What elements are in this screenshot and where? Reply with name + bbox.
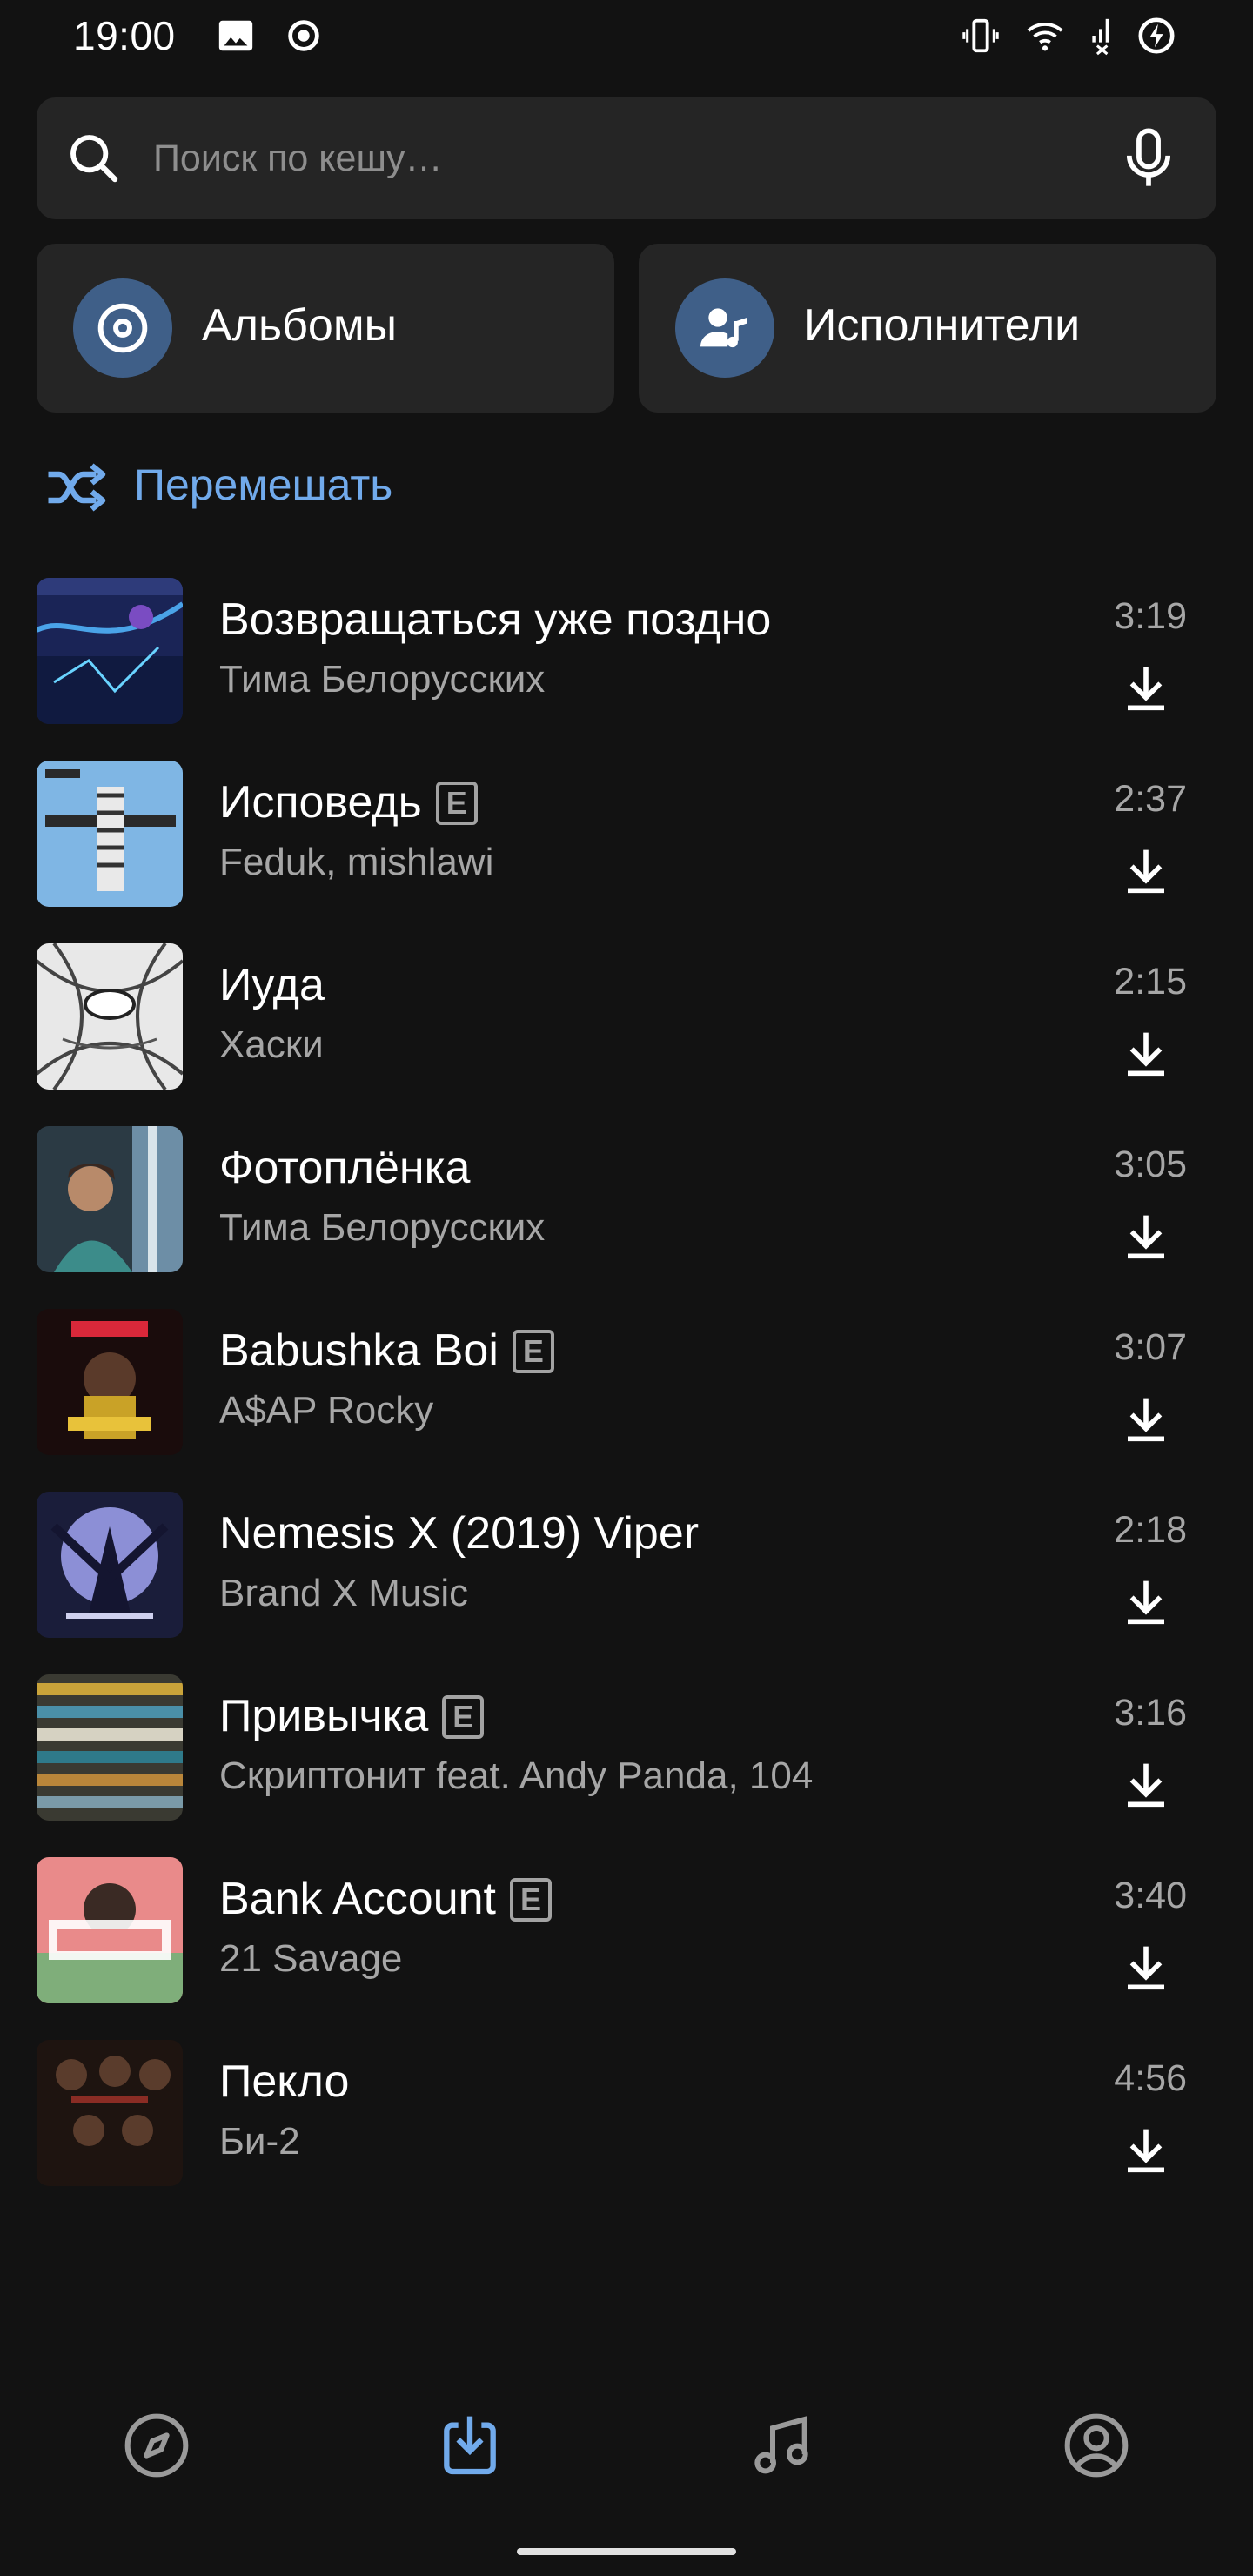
albums-card[interactable]: Альбомы — [37, 244, 614, 413]
track-title: Привычка E — [219, 1690, 485, 1742]
album-cover — [37, 1674, 183, 1821]
album-cover — [37, 1126, 183, 1272]
compass-icon[interactable] — [122, 2411, 191, 2480]
image-icon — [218, 20, 253, 51]
track-row[interactable]: Иуда Хаски 2:15 — [0, 922, 1253, 1105]
explicit-badge: E — [435, 782, 478, 825]
track-artist: Тима Белорусских — [219, 658, 546, 701]
track-duration: 3:16 — [1114, 1692, 1187, 1734]
home-indicator[interactable] — [517, 2548, 736, 2555]
microphone-icon[interactable] — [1116, 125, 1182, 191]
track-duration: 2:37 — [1114, 778, 1187, 820]
track-duration: 2:15 — [1114, 961, 1187, 1003]
music-note-icon[interactable] — [747, 2411, 816, 2480]
download-icon[interactable] — [1124, 1760, 1168, 1808]
track-artist: Скриптонит feat. Andy Panda, 104 — [219, 1754, 814, 1797]
track-title: Фотоплёнка — [219, 1143, 471, 1193]
track-duration: 3:07 — [1114, 1326, 1187, 1368]
track-row[interactable]: Фотоплёнка Тима Белорусских 3:05 — [0, 1105, 1253, 1288]
track-title: Возвращаться уже поздно — [219, 594, 772, 645]
track-list: Возвращаться уже поздно Тима Белорусских… — [0, 557, 1253, 2202]
album-cover — [37, 761, 183, 907]
artists-icon-circle — [675, 278, 774, 378]
download-icon[interactable] — [1124, 1029, 1168, 1077]
track-duration: 3:05 — [1114, 1144, 1187, 1185]
download-icon[interactable] — [1124, 663, 1168, 712]
track-artist: 21 Savage — [219, 1937, 403, 1980]
status-time: 19:00 — [73, 13, 176, 58]
track-title: Иуда — [219, 960, 325, 1010]
track-row[interactable]: Исповедь E Feduk, mishlawi 2:37 — [0, 740, 1253, 922]
album-cover — [37, 943, 183, 1090]
album-cover — [37, 578, 183, 724]
track-row[interactable]: Nemesis X (2019) Viper Brand X Music 2:1… — [0, 1471, 1253, 1654]
download-icon[interactable] — [1124, 1942, 1168, 1991]
track-title: Исповедь E — [219, 776, 478, 828]
bottom-navigation — [0, 2385, 1253, 2498]
track-title: Пекло — [219, 2056, 350, 2107]
battery-charging-icon — [1138, 17, 1175, 54]
shuffle-button[interactable]: Перемешать — [37, 453, 559, 522]
track-artist: Feduk, mishlawi — [219, 841, 494, 883]
track-row[interactable]: Привычка E Скриптонит feat. Andy Panda, 1… — [0, 1654, 1253, 1836]
albums-label: Альбомы — [202, 300, 397, 351]
artist-icon — [700, 308, 747, 348]
vibrate-icon — [962, 18, 999, 53]
album-cover — [37, 1492, 183, 1638]
search-bar[interactable] — [37, 97, 1216, 219]
track-duration: 3:19 — [1114, 595, 1187, 637]
shuffle-label: Перемешать — [134, 460, 393, 509]
download-icon[interactable] — [1124, 1394, 1168, 1443]
track-duration: 4:56 — [1114, 2057, 1187, 2099]
track-artist: Хаски — [219, 1023, 324, 1066]
album-cover — [37, 2040, 183, 2186]
artists-card[interactable]: Исполнители — [639, 244, 1216, 413]
track-row[interactable]: Bank Account E 21 Savage 3:40 — [0, 1836, 1253, 2019]
album-cover — [37, 1309, 183, 1455]
track-row[interactable]: Пекло Би-2 4:56 — [0, 2019, 1253, 2202]
track-artist: Тима Белорусских — [219, 1206, 546, 1249]
signal-icon — [1092, 18, 1109, 56]
shuffle-icon — [48, 463, 106, 512]
track-title: Babushka Boi E — [219, 1325, 554, 1377]
track-title: Nemesis X (2019) Viper — [219, 1508, 700, 1559]
explicit-badge: E — [442, 1695, 485, 1739]
explicit-badge: E — [510, 1878, 552, 1922]
artists-label: Исполнители — [804, 300, 1081, 351]
track-duration: 2:18 — [1114, 1509, 1187, 1551]
disc-icon — [97, 303, 148, 353]
track-artist: A$AP Rocky — [219, 1389, 434, 1432]
download-icon[interactable] — [1124, 1211, 1168, 1260]
download-icon[interactable] — [1124, 1577, 1168, 1626]
record-icon — [288, 20, 319, 51]
albums-icon-circle — [73, 278, 172, 378]
download-icon[interactable] — [1124, 846, 1168, 895]
download-icon[interactable] — [1124, 2125, 1168, 2174]
track-artist: Би-2 — [219, 2120, 300, 2163]
explicit-badge: E — [512, 1330, 554, 1373]
track-row[interactable]: Babushka Boi E A$AP Rocky 3:07 — [0, 1288, 1253, 1471]
profile-icon[interactable] — [1062, 2411, 1131, 2480]
track-artist: Brand X Music — [219, 1572, 469, 1614]
album-cover — [37, 1857, 183, 2003]
track-duration: 3:40 — [1114, 1875, 1187, 1916]
search-input[interactable] — [153, 124, 1075, 193]
downloads-icon[interactable] — [435, 2411, 505, 2480]
wifi-icon — [1027, 23, 1063, 51]
track-row[interactable]: Возвращаться уже поздно Тима Белорусских… — [0, 557, 1253, 740]
status-bar: 19:00 — [0, 0, 1253, 73]
search-icon — [70, 135, 118, 183]
track-title: Bank Account E — [219, 1873, 552, 1925]
